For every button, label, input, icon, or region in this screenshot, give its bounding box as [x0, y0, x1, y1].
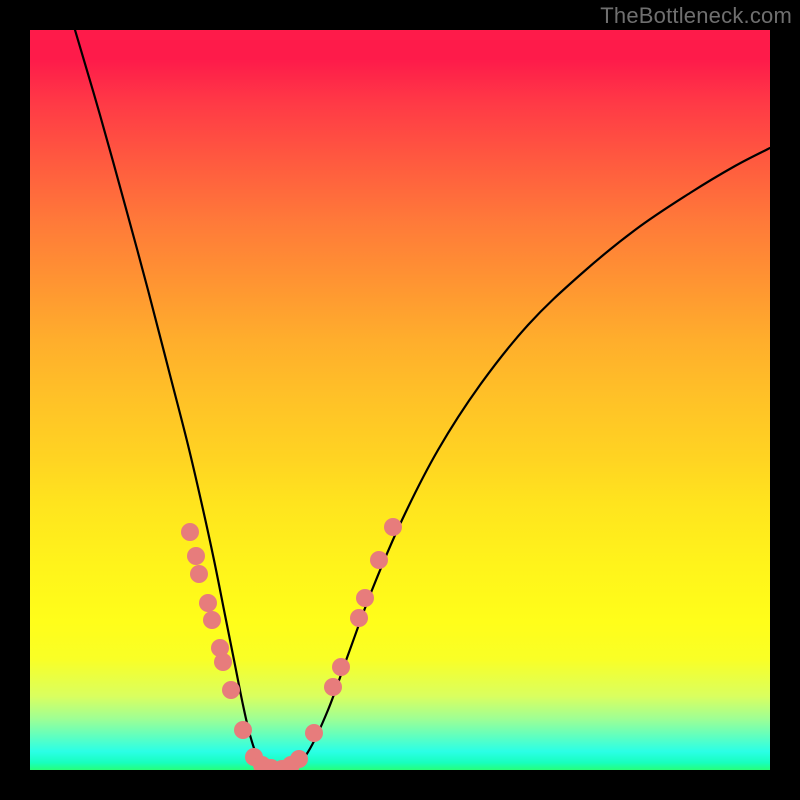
- plot-area: [30, 30, 770, 770]
- left-curve: [75, 30, 280, 770]
- data-dot: [290, 750, 308, 768]
- data-dot: [384, 518, 402, 536]
- right-curve: [280, 148, 770, 770]
- data-dot: [222, 681, 240, 699]
- data-dot: [203, 611, 221, 629]
- data-dot: [190, 565, 208, 583]
- chart-container: TheBottleneck.com: [0, 0, 800, 800]
- watermark-text: TheBottleneck.com: [600, 3, 792, 29]
- data-dot: [370, 551, 388, 569]
- data-dot: [234, 721, 252, 739]
- data-dot: [187, 547, 205, 565]
- data-dot: [181, 523, 199, 541]
- curves-group: [75, 30, 770, 770]
- data-dot: [305, 724, 323, 742]
- chart-svg: [30, 30, 770, 770]
- data-dot: [350, 609, 368, 627]
- data-dot: [324, 678, 342, 696]
- data-dot: [332, 658, 350, 676]
- data-dot: [214, 653, 232, 671]
- data-dot: [356, 589, 374, 607]
- data-dot: [199, 594, 217, 612]
